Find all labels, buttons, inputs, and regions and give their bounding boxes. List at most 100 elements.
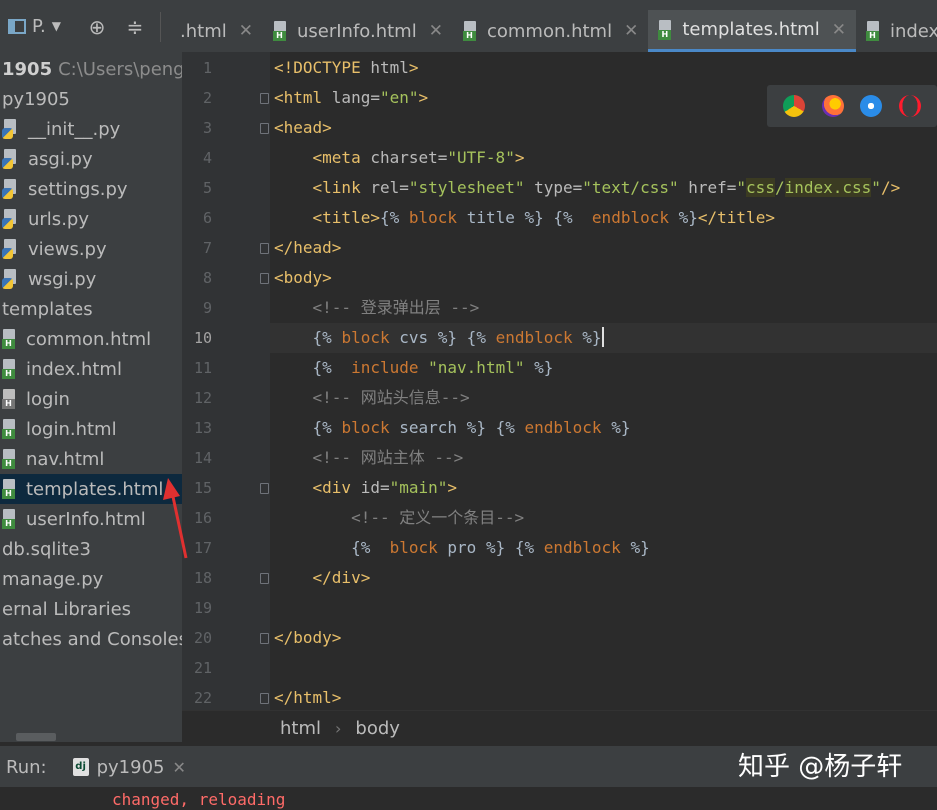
code-line: </head> (274, 238, 342, 257)
project-view-selector[interactable]: P. ▼ (8, 14, 61, 38)
tab-label: index. (889, 20, 937, 42)
project-root[interactable]: 1905 C:\Users\pengh (0, 54, 182, 84)
breadcrumb: html › body (182, 710, 937, 745)
line-number: 19 (193, 599, 212, 617)
code-line: </html> (274, 688, 342, 707)
tree-item-common-html[interactable]: common.html (0, 324, 182, 354)
tab-label: templates.html (682, 19, 820, 40)
line-number: 8 (202, 269, 212, 287)
line-number: 20 (193, 629, 212, 647)
toolbar-divider (160, 12, 161, 42)
tab-index-html[interactable]: index. (856, 10, 937, 52)
python-file-icon (2, 179, 20, 199)
close-icon[interactable]: ✕ (172, 758, 185, 777)
tree-item-db-sqlite3[interactable]: db.sqlite3 (0, 534, 182, 564)
tree-item-wsgi-py[interactable]: wsgi.py (0, 264, 182, 294)
tree-item-label: urls.py (28, 208, 89, 230)
tree-item-label: nav.html (26, 448, 105, 470)
watermark: 知乎 @杨子轩 (738, 752, 903, 782)
fold-marker[interactable] (260, 93, 269, 104)
tree-item-label: manage.py (2, 568, 104, 590)
tree-item-init-py[interactable]: __init__.py (0, 114, 182, 144)
tab-html-partial[interactable]: .html ✕ (170, 10, 263, 52)
python-file-icon (2, 209, 20, 229)
close-icon[interactable]: ✕ (429, 21, 443, 41)
chevron-down-icon: ▼ (51, 19, 62, 33)
code-line: {% include "nav.html" %} (312, 358, 554, 377)
close-icon[interactable]: ✕ (624, 21, 638, 41)
tree-item-nav-html[interactable]: nav.html (0, 444, 182, 474)
tree-item-settings-py[interactable]: settings.py (0, 174, 182, 204)
tree-item-asgi-py[interactable]: asgi.py (0, 144, 182, 174)
line-number: 6 (202, 209, 212, 227)
fold-marker[interactable] (260, 693, 269, 704)
code-line: </div> (274, 568, 371, 587)
tree-item-userinfo-html[interactable]: userInfo.html (0, 504, 182, 534)
tree-item-external-libraries[interactable]: ernal Libraries (0, 594, 182, 624)
tab-common-html[interactable]: common.html ✕ (453, 10, 648, 52)
run-tab-py1905[interactable]: dj py1905 ✕ (72, 757, 186, 778)
tree-item-scratches-consoles[interactable]: atches and Consoles (0, 624, 182, 654)
tree-item-login-html[interactable]: login.html (0, 414, 182, 444)
tree-item-templates-folder[interactable]: templates (0, 294, 182, 324)
tree-item-label: wsgi.py (28, 268, 97, 290)
fold-marker[interactable] (260, 573, 269, 584)
browser-preview-bar (767, 85, 937, 127)
tab-label: userInfo.html (296, 20, 417, 42)
tab-label: common.html (486, 20, 613, 42)
tree-item-label: login.html (26, 418, 117, 440)
html-file-icon (865, 21, 882, 41)
tree-item-templates-html[interactable]: templates.html (0, 474, 182, 504)
tree-item-login[interactable]: login (0, 384, 182, 414)
tree-item-views-py[interactable]: views.py (0, 234, 182, 264)
line-number: 5 (202, 179, 212, 197)
chevron-right-icon: › (335, 718, 342, 738)
project-root-path: C:\Users\pengh (58, 58, 182, 80)
fold-marker[interactable] (260, 273, 269, 284)
line-number: 3 (202, 119, 212, 137)
fold-marker[interactable] (260, 483, 269, 494)
breadcrumb-item[interactable]: body (355, 718, 400, 739)
line-number: 17 (193, 539, 212, 557)
firefox-icon[interactable] (821, 95, 844, 117)
collapse-all-icon[interactable]: ≑ (124, 16, 146, 38)
tree-item-index-html[interactable]: index.html (0, 354, 182, 384)
project-view-label: P. (32, 15, 46, 37)
fold-marker[interactable] (260, 123, 269, 134)
python-file-icon (2, 239, 20, 259)
close-icon[interactable]: ✕ (239, 21, 253, 41)
tree-item-label: login (26, 388, 70, 410)
code-line: <!-- 网站头信息--> (274, 388, 470, 407)
tree-item-label: __init__.py (28, 118, 121, 140)
tab-templates-html[interactable]: templates.html ✕ (648, 10, 856, 52)
tree-item-label: ernal Libraries (2, 598, 132, 620)
breadcrumb-item[interactable]: html (280, 718, 321, 739)
tab-userinfo-html[interactable]: userInfo.html ✕ (263, 10, 453, 52)
chrome-icon[interactable] (783, 95, 806, 117)
tree-item-urls-py[interactable]: urls.py (0, 204, 182, 234)
project-root-name: 1905 (2, 58, 53, 80)
code-line: <!DOCTYPE html> (274, 58, 419, 77)
code-line: <!-- 网站主体 --> (274, 448, 464, 467)
tree-item-py1905[interactable]: py1905 (0, 84, 182, 114)
line-number: 15 (193, 479, 212, 497)
locate-target-icon[interactable]: ⊕ (86, 16, 108, 38)
code-line: <!-- 定义一个条目--> (274, 508, 525, 527)
sidebar-scrollbar[interactable] (16, 733, 56, 741)
close-icon[interactable]: ✕ (832, 20, 846, 40)
tree-item-manage-py[interactable]: manage.py (0, 564, 182, 594)
python-file-icon (2, 149, 20, 169)
text-cursor (601, 327, 604, 347)
html-file-icon (2, 479, 18, 499)
tree-item-label: py1905 (2, 88, 70, 110)
html-file-icon (2, 329, 18, 349)
fold-marker[interactable] (260, 243, 269, 254)
line-number: 13 (193, 419, 212, 437)
python-file-icon (2, 269, 20, 289)
safari-icon[interactable] (860, 95, 883, 117)
line-number-current: 10 (193, 329, 212, 347)
tree-item-label: asgi.py (28, 148, 93, 170)
line-number: 7 (202, 239, 212, 257)
opera-icon[interactable] (898, 95, 921, 117)
fold-marker[interactable] (260, 633, 269, 644)
